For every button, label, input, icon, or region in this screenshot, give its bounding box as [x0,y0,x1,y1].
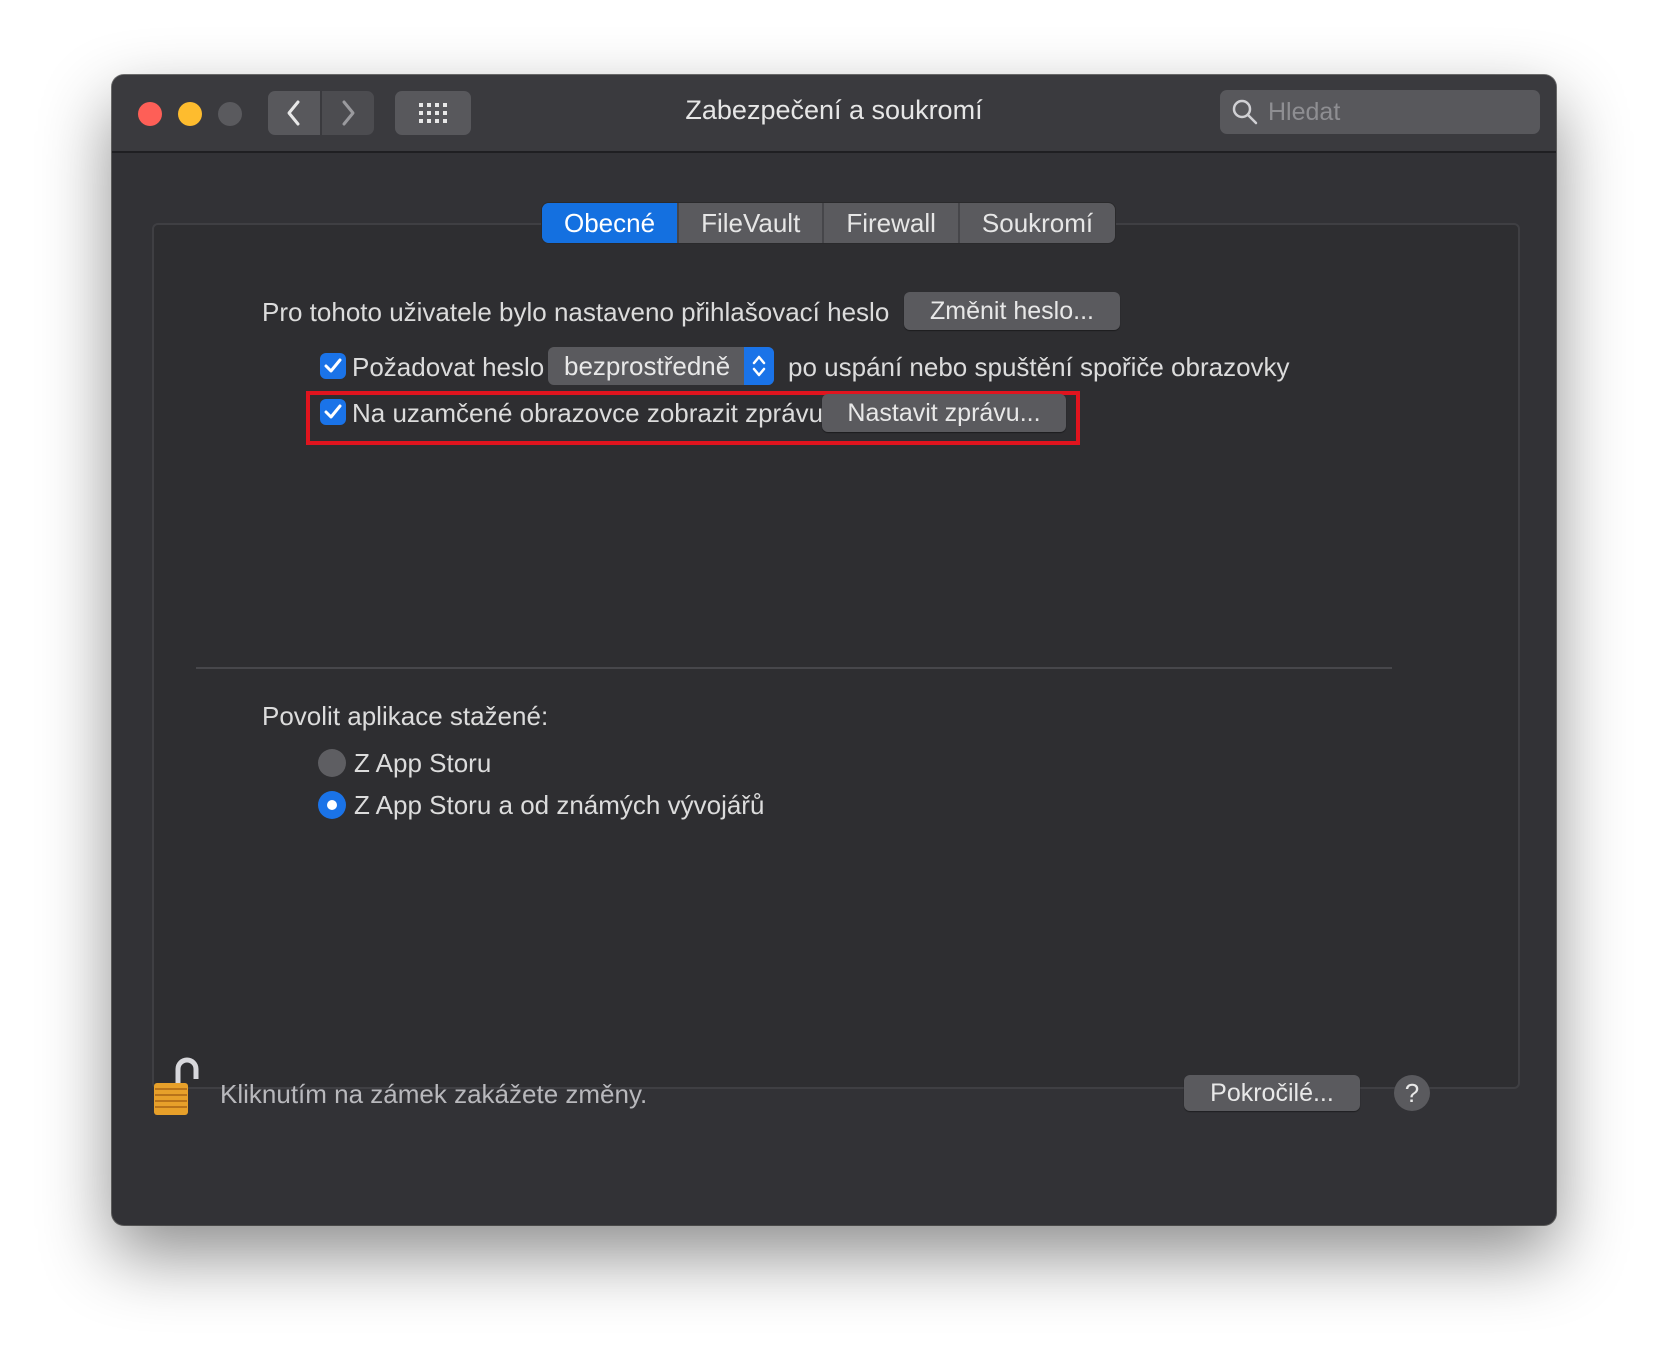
search-field[interactable]: Hledat [1220,90,1540,134]
require-password-checkbox[interactable] [320,353,346,379]
require-password-delay-select[interactable]: bezprostředně [548,347,774,385]
allow-apps-heading: Povolit aplikace stažené: [262,701,549,731]
unlocked-padlock-icon[interactable] [152,1057,200,1122]
change-password-button[interactable]: Změnit heslo... [904,292,1120,330]
search-icon [1232,99,1258,125]
radio-app-store[interactable] [318,749,346,777]
checkmark-icon [324,404,342,419]
lock-message-label: Na uzamčené obrazovce zobrazit zprávu [352,398,824,428]
search-placeholder: Hledat [1268,97,1341,126]
radio-app-store-identified[interactable] [318,791,346,819]
set-message-button[interactable]: Nastavit zprávu... [822,394,1066,432]
radio-app-store-identified-label: Z App Storu a od známých vývojářů [354,790,765,820]
radio-app-store-label: Z App Storu [354,748,492,778]
tab-firewall[interactable]: Firewall [824,203,960,243]
require-password-delay-value: bezprostředně [564,351,731,381]
lock-hint-text: Kliknutím na zámek zakážete změny. [220,1079,648,1109]
advanced-button[interactable]: Pokročilé... [1184,1075,1360,1111]
tab-bar: Obecné FileVault Firewall Soukromí [542,203,1116,243]
tab-privacy[interactable]: Soukromí [960,203,1115,243]
popup-arrows-icon [744,347,774,385]
tab-general[interactable]: Obecné [542,203,680,243]
checkmark-icon [324,358,342,373]
tab-filevault[interactable]: FileVault [679,203,825,243]
password-set-text: Pro tohoto uživatele bylo nastaveno přih… [262,297,890,327]
tab-content-panel: Pro tohoto uživatele bylo nastaveno přih… [152,223,1520,1089]
require-password-suffix: po uspání nebo spuštění spořiče obrazovk… [788,352,1290,382]
section-divider [196,667,1392,669]
help-button[interactable]: ? [1394,1075,1430,1111]
title-bar: Zabezpečení a soukromí Hledat [112,75,1556,153]
lock-message-checkbox[interactable] [320,399,346,425]
require-password-label: Požadovat heslo [352,352,545,382]
preferences-window: Zabezpečení a soukromí Hledat Pro tohoto… [112,75,1556,1225]
